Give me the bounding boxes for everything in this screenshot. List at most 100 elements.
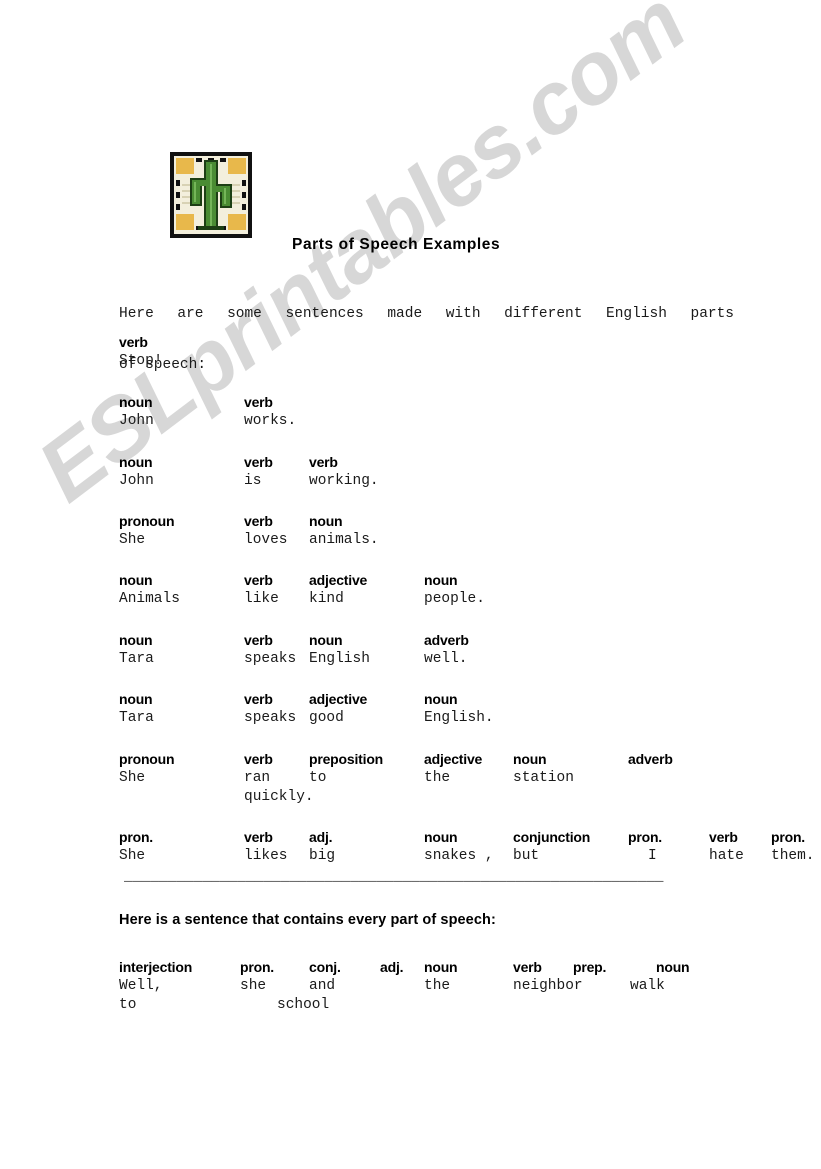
word-row: Animals like kind people. [0,591,821,610]
example-word: good [309,710,344,726]
part-of-speech-label: verb [119,334,148,350]
label-row: interjection pron. conj. adj. noun verb prep. n… [0,959,821,978]
example-word: Tara [119,651,154,667]
example-word: working. [309,473,379,489]
word-row: She likes big snakes , but Ihate them. [0,848,821,867]
example-word: She [119,848,146,864]
part-of-speech-label: verb [244,751,273,767]
label-row: verb [0,334,821,353]
example-word: the [424,978,451,994]
part-of-speech-label: adjective [424,751,483,767]
part-of-speech-label: verb [244,829,273,845]
example-word: Tara [119,710,154,726]
part-of-speech-label: pron. [240,959,274,975]
part-of-speech-label: noun [513,751,547,767]
label-row: noun verb adjective noun [0,691,821,710]
example-word: She [119,770,146,786]
part-of-speech-label: pron. [628,829,662,845]
part-of-speech-label: pron. [119,829,153,845]
example-word: kind [309,591,344,607]
example-block: noun verb verb John is working. [0,454,821,492]
example-word: English. [424,710,494,726]
label-row: pronoun verb noun [0,513,821,532]
example-block: pron. verb adj. noun conjunction pron. verb pro… [0,829,821,867]
example-word: snakes , [424,848,494,864]
part-of-speech-label: verb [513,959,542,975]
part-of-speech-label: verb [244,513,273,529]
word-row: Well, she and the neighbor walk [0,978,821,997]
part-of-speech-label: verb [244,632,273,648]
part-of-speech-label: noun [309,513,343,529]
label-row: noun verb adjective noun [0,572,821,591]
example-word: big [309,848,336,864]
part-of-speech-label: conj. [309,959,341,975]
part-of-speech-label: preposition [309,751,384,767]
part-of-speech-label: noun [309,632,343,648]
part-of-speech-label: verb [309,454,338,470]
example-word: I [648,848,657,864]
example-block: noun verb adjective noun Tara speaks good Engli… [0,691,821,729]
part-of-speech-label: noun [119,394,153,410]
part-of-speech-label: adj. [380,959,404,975]
example-block: pronoun verb noun She loves animals. [0,513,821,551]
example-word: John [119,473,154,489]
part-of-speech-label: noun [424,572,458,588]
example-word: speaks [244,710,297,726]
example-word: station [513,770,574,786]
part-of-speech-label: adverb [424,632,469,648]
part-of-speech-label: adverb [628,751,673,767]
cactus-icon [170,152,252,238]
bottom-section-heading: Here is a sentence that contains every p… [119,912,496,928]
example-word: the [424,770,451,786]
example-word: Stop! [119,353,163,369]
example-word: she [240,978,267,994]
example-word: neighbor [513,978,583,994]
part-of-speech-label: noun [119,632,153,648]
word-row: John is working. [0,473,821,492]
word-row: Tara speaks English well. [0,651,821,670]
example-word: school [277,997,330,1013]
label-row: pron. verb adj. noun conjunction pron. verb pro… [0,829,821,848]
part-of-speech-label: interjection [119,959,193,975]
part-of-speech-label: pronoun [119,751,175,767]
word-row: John works. [0,413,821,432]
part-of-speech-label: noun [424,691,458,707]
example-word: English [309,651,370,667]
part-of-speech-label: verb [244,572,273,588]
part-of-speech-label: verb [244,691,273,707]
example-block: verb Stop! [0,334,821,372]
part-of-speech-label: conjunction [513,829,591,845]
word-row-continued: to school [0,997,821,1016]
watermark-text: ESLprintables.com [19,0,703,521]
worksheet-page: ESLprintables.com Parts of Speech Exampl… [0,0,821,1169]
word-row: Stop! [0,353,821,372]
example-word: well. [424,651,468,667]
example-word: Well, [119,978,163,994]
example-word: Animals [119,591,180,607]
example-word: quickly. [244,789,314,805]
example-word: ran [244,770,271,786]
example-word: loves [244,532,288,548]
example-word: John [119,413,154,429]
example-block: noun verb John works. [0,394,821,432]
section-separator: ________________________________________… [124,872,664,882]
cactus-clipart-image [170,152,252,238]
part-of-speech-label: verb [244,454,273,470]
example-word: animals. [309,532,379,548]
example-block: noun verb adjective noun Animals like kind peop… [0,572,821,610]
part-of-speech-label: verb [244,394,273,410]
example-word: works. [244,413,297,429]
part-of-speech-label: prep. [573,959,607,975]
example-word: hate [709,848,744,864]
part-of-speech-label: noun [119,572,153,588]
part-of-speech-label: pron. [771,829,805,845]
label-row: noun verb noun adverb [0,632,821,651]
example-word: them. [771,848,815,864]
part-of-speech-label: adjective [309,691,368,707]
example-word: to [119,997,137,1013]
part-of-speech-label: verb [709,829,738,845]
bottom-example-container: interjection pron. conj. adj. noun verb prep. n… [0,959,821,1016]
part-of-speech-label: noun [119,454,153,470]
label-row: noun verb [0,394,821,413]
example-block: noun verb noun adverb Tara speaks English well. [0,632,821,670]
